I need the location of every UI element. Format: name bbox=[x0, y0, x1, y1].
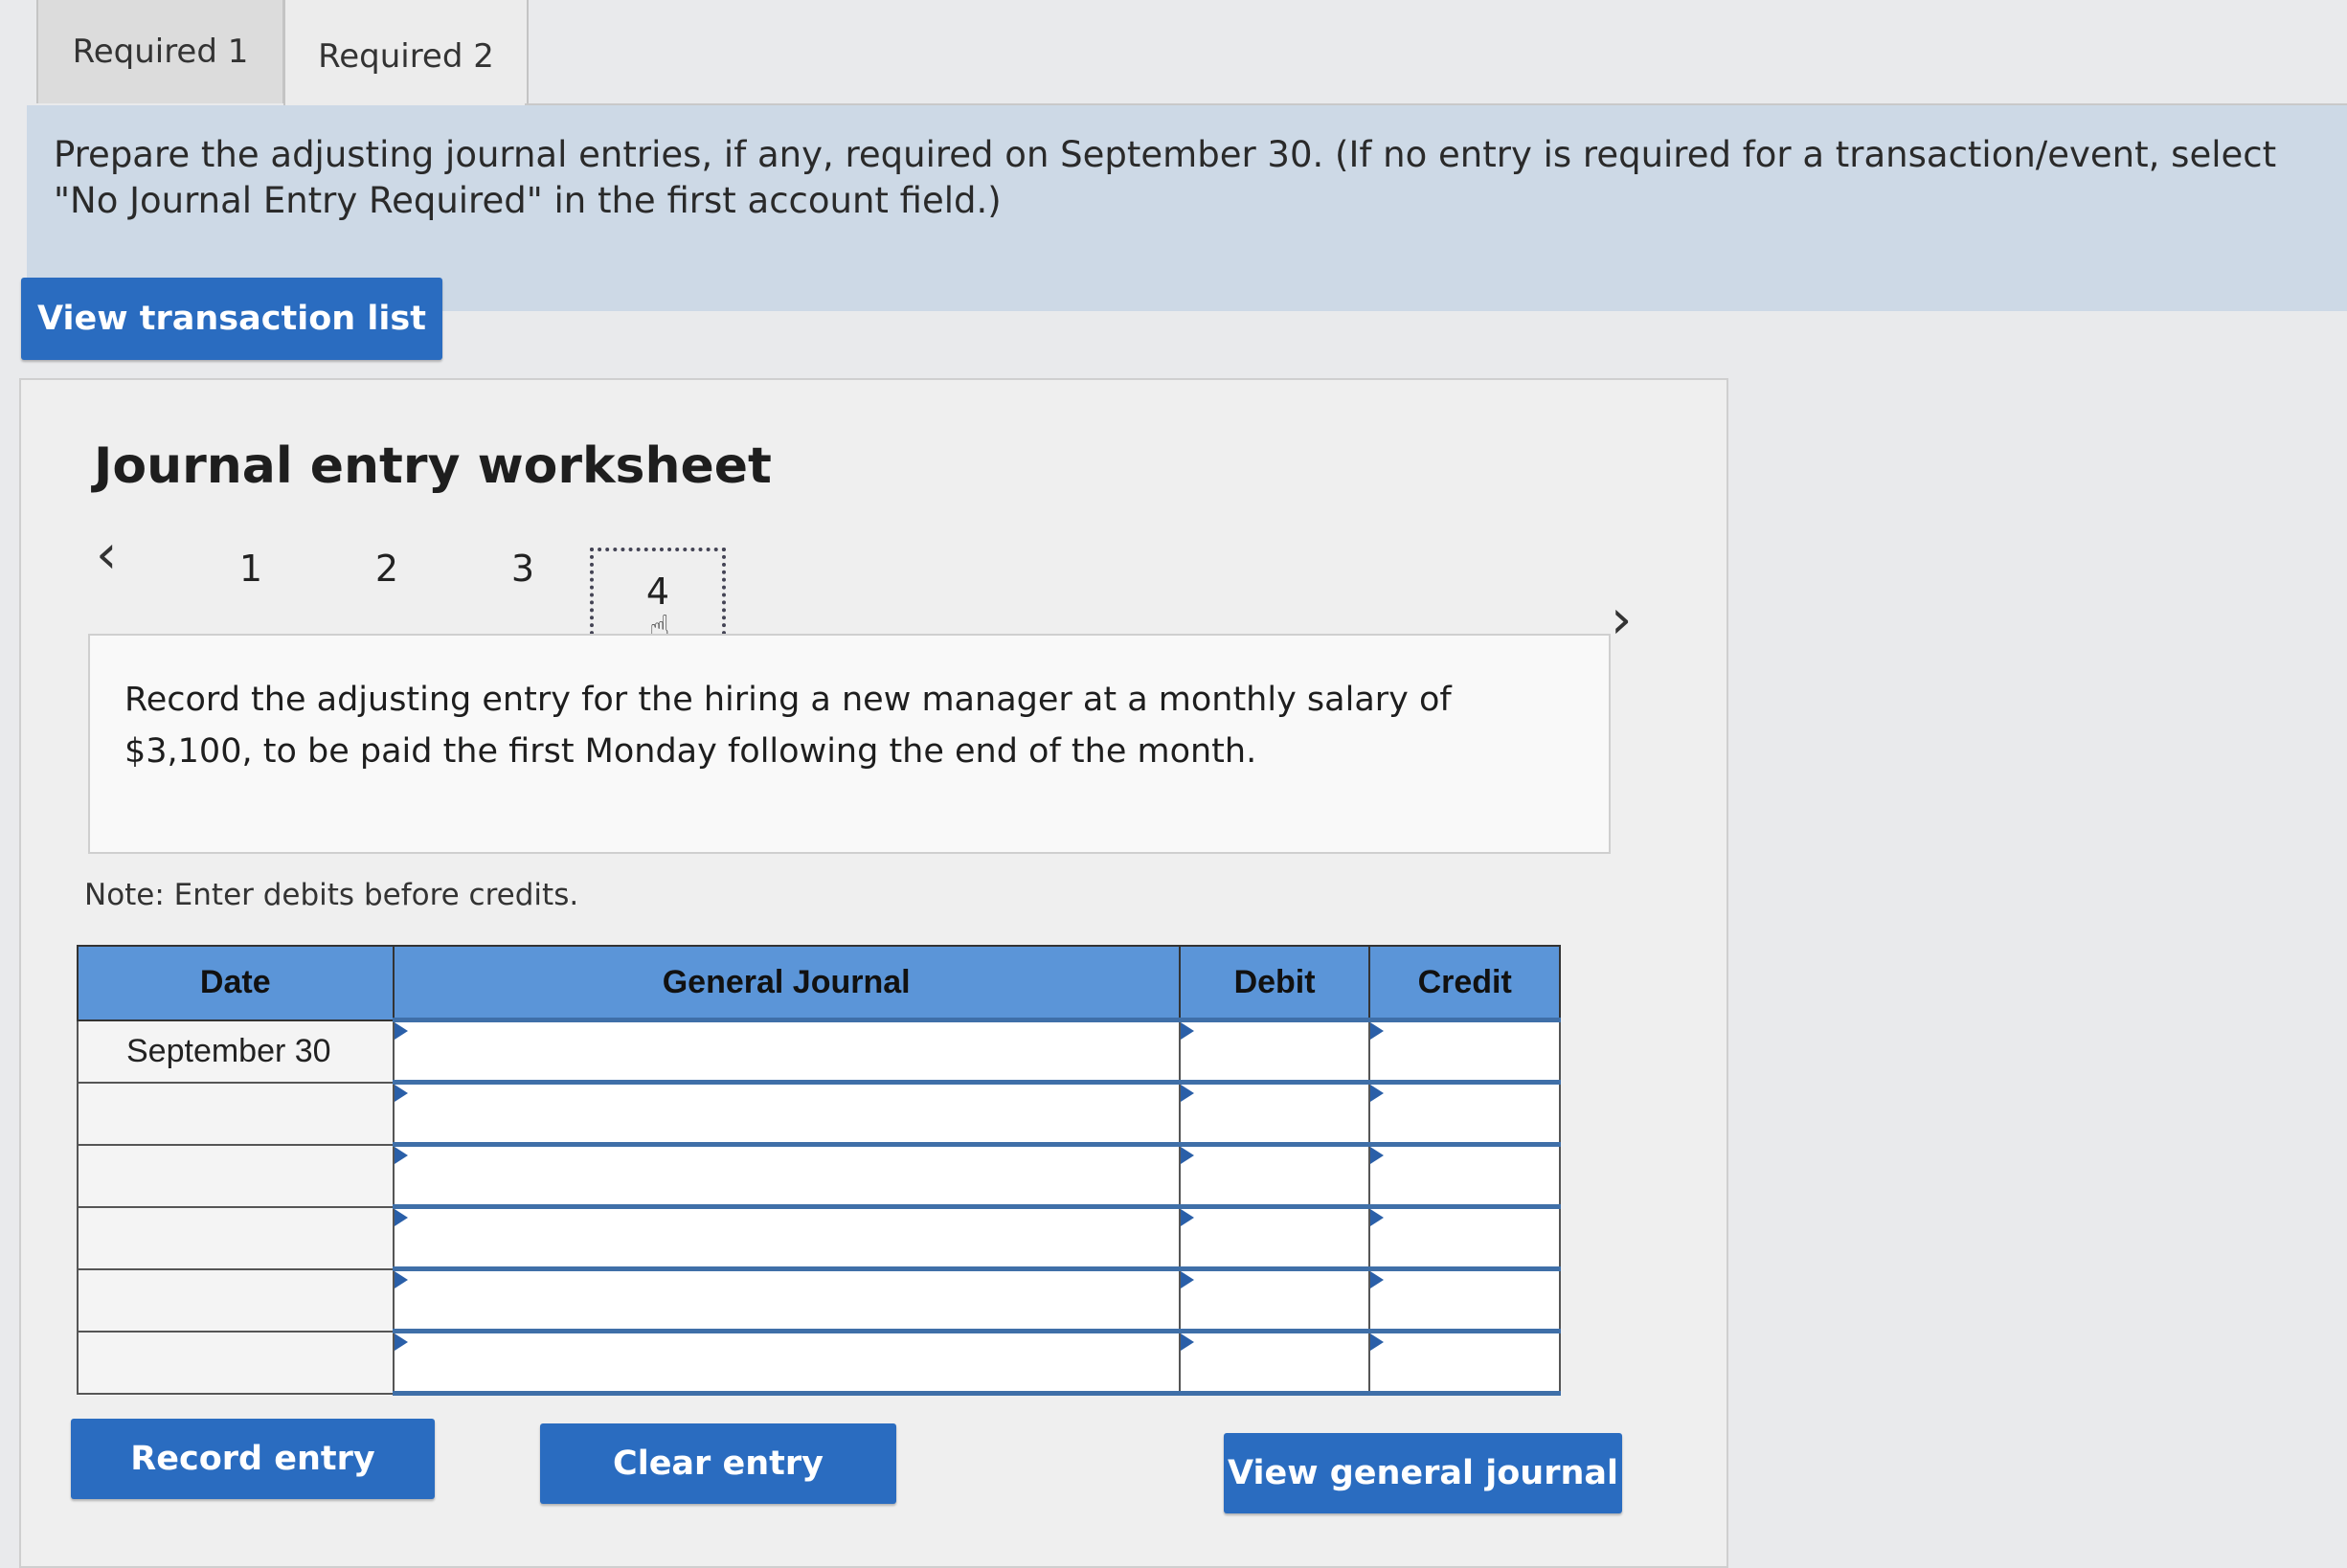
date-cell[interactable] bbox=[77, 1205, 395, 1270]
step-2[interactable]: 2 bbox=[349, 548, 425, 590]
debit-input[interactable] bbox=[1178, 1018, 1371, 1085]
credit-input[interactable] bbox=[1368, 1018, 1561, 1085]
view-general-journal-button[interactable]: View general journal bbox=[1224, 1433, 1622, 1513]
journal-table: Date General Journal Debit Credit Septem… bbox=[77, 945, 1561, 1396]
record-entry-button[interactable]: Record entry bbox=[71, 1419, 435, 1499]
date-cell: September 30 bbox=[77, 1019, 395, 1084]
credit-input[interactable] bbox=[1368, 1266, 1561, 1333]
view-transaction-list-button[interactable]: View transaction list bbox=[21, 278, 442, 360]
date-cell[interactable] bbox=[77, 1143, 395, 1208]
step-1[interactable]: 1 bbox=[213, 548, 289, 590]
account-input[interactable] bbox=[392, 1080, 1181, 1147]
account-input[interactable] bbox=[392, 1266, 1181, 1333]
journal-entry-worksheet: Journal entry worksheet ‹ 1 2 3 4 ☝ › Re… bbox=[19, 378, 1728, 1568]
date-cell[interactable] bbox=[77, 1330, 395, 1395]
account-input[interactable] bbox=[392, 1018, 1181, 1085]
worksheet-title: Journal entry worksheet bbox=[94, 437, 772, 495]
table-row: September 30 bbox=[77, 1018, 1561, 1085]
debit-input[interactable] bbox=[1178, 1142, 1371, 1209]
credit-input[interactable] bbox=[1368, 1142, 1561, 1209]
tab-required-2[interactable]: Required 2 bbox=[283, 0, 529, 113]
table-row bbox=[77, 1329, 1561, 1396]
tab-bar: Required 1 Required 2 bbox=[0, 0, 2347, 113]
table-row bbox=[77, 1266, 1561, 1333]
credit-input[interactable] bbox=[1368, 1080, 1561, 1147]
step-4-label: 4 bbox=[645, 571, 670, 613]
credit-input[interactable] bbox=[1368, 1204, 1561, 1271]
debit-input[interactable] bbox=[1178, 1266, 1371, 1333]
header-date: Date bbox=[77, 945, 395, 1021]
account-input[interactable] bbox=[392, 1204, 1181, 1271]
step-3[interactable]: 3 bbox=[485, 548, 561, 590]
debit-input[interactable] bbox=[1178, 1080, 1371, 1147]
table-row bbox=[77, 1142, 1561, 1209]
table-row bbox=[77, 1080, 1561, 1147]
entry-note: Note: Enter debits before credits. bbox=[84, 878, 579, 912]
account-input[interactable] bbox=[392, 1329, 1181, 1396]
header-credit: Credit bbox=[1368, 945, 1561, 1021]
instructions-text: Prepare the adjusting journal entries, i… bbox=[54, 134, 2277, 221]
table-row bbox=[77, 1204, 1561, 1271]
transaction-description-text: Record the adjusting entry for the hirin… bbox=[124, 681, 1452, 771]
credit-input[interactable] bbox=[1368, 1329, 1561, 1396]
debit-input[interactable] bbox=[1178, 1204, 1371, 1271]
date-cell[interactable] bbox=[77, 1081, 395, 1146]
header-general-journal: General Journal bbox=[392, 945, 1181, 1021]
account-input[interactable] bbox=[392, 1142, 1181, 1209]
clear-entry-button[interactable]: Clear entry bbox=[540, 1423, 896, 1504]
chevron-left-icon[interactable]: ‹ bbox=[96, 524, 117, 586]
date-cell[interactable] bbox=[77, 1267, 395, 1333]
transaction-description: Record the adjusting entry for the hirin… bbox=[88, 634, 1611, 854]
header-debit: Debit bbox=[1178, 945, 1371, 1021]
chevron-right-icon[interactable]: › bbox=[1611, 589, 1632, 651]
debit-input[interactable] bbox=[1178, 1329, 1371, 1396]
tab-required-1[interactable]: Required 1 bbox=[36, 0, 284, 103]
